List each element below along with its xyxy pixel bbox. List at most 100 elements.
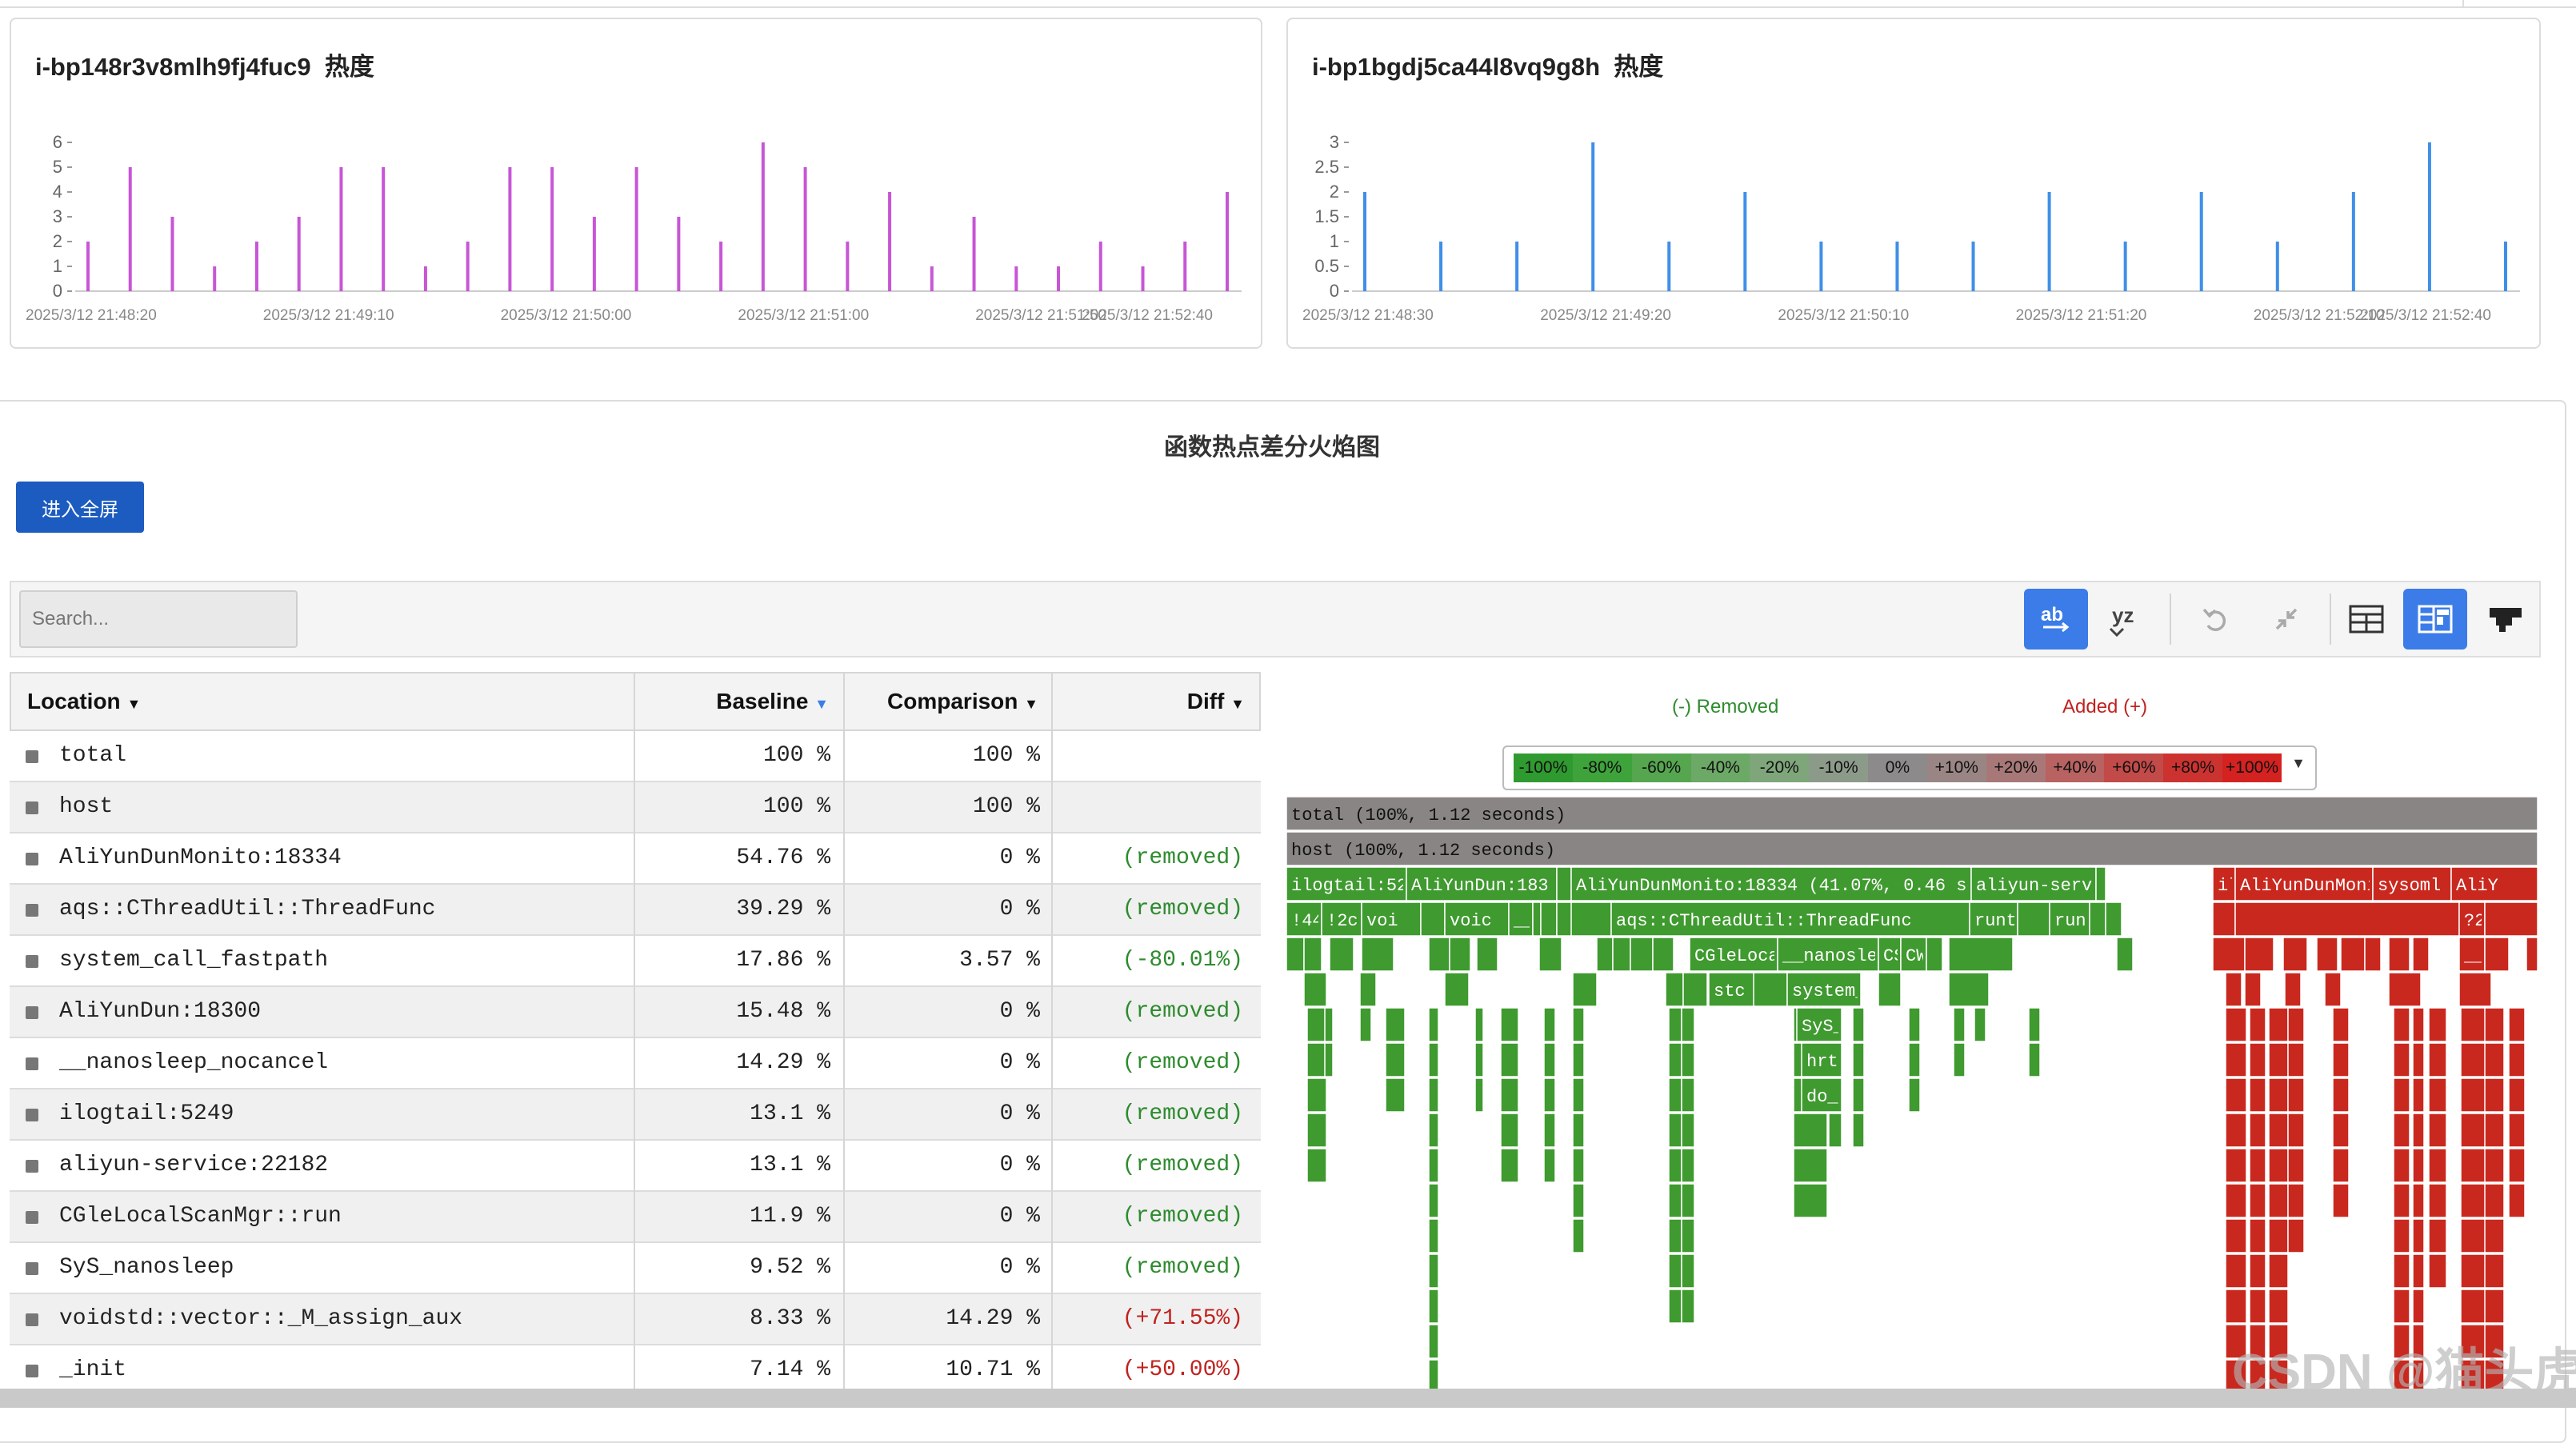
flame-frame[interactable]	[2393, 1253, 2410, 1289]
flame-frame[interactable]	[2428, 1007, 2447, 1042]
flame-frame[interactable]: hrt:	[1801, 1042, 1849, 1077]
flame-frame[interactable]	[1428, 1113, 1439, 1148]
flame-frame[interactable]	[1953, 1042, 1966, 1077]
flame-frame[interactable]	[1428, 1218, 1439, 1253]
flame-frame[interactable]: do_r	[1801, 1077, 1849, 1113]
table-row[interactable]: AliYunDun:18300 15.48 % 0 % (removed)	[10, 987, 1261, 1038]
table-view-icon[interactable]	[2334, 589, 2398, 650]
flame-frame[interactable]	[2225, 1007, 2247, 1042]
flame-frame[interactable]	[2508, 1113, 2526, 1148]
flame-frame[interactable]	[1540, 901, 1558, 937]
flame-frame[interactable]	[2412, 1289, 2425, 1324]
flame-frame[interactable]	[1500, 1077, 1519, 1113]
flame-frame[interactable]	[2268, 1042, 2289, 1077]
flame-frame[interactable]	[1500, 1042, 1519, 1077]
flame-frame[interactable]	[2316, 937, 2338, 972]
flame-frame[interactable]	[1572, 1042, 1585, 1077]
flame-frame[interactable]: sysoml	[2372, 866, 2452, 901]
flame-frame[interactable]	[2393, 1183, 2410, 1218]
flame-frame[interactable]	[2508, 1042, 2526, 1077]
flame-frame[interactable]	[1908, 1042, 1921, 1077]
flame-frame[interactable]	[2284, 972, 2302, 1007]
flame-frame[interactable]	[2428, 1183, 2447, 1218]
flame-frame[interactable]	[2249, 1289, 2266, 1324]
flame-frame[interactable]	[1926, 937, 1943, 972]
flame-frame[interactable]	[2287, 1183, 2305, 1218]
flame-frame[interactable]	[1543, 1042, 1556, 1077]
flame-frame[interactable]: AliYunDunMonito:18334 (41.07%, 0.46 seco…	[1570, 866, 2041, 901]
flame-frame[interactable]	[1543, 1077, 1556, 1113]
flame-frame[interactable]	[1570, 901, 1612, 937]
flame-frame[interactable]	[2225, 972, 2242, 1007]
flame-frame[interactable]	[1500, 1113, 1519, 1148]
flame-frame[interactable]	[1428, 1183, 1439, 1218]
flame-frame[interactable]	[2484, 1113, 2505, 1148]
flame-frame[interactable]	[1681, 1253, 1695, 1289]
flame-frame[interactable]: AliYunDunMoni	[2234, 866, 2378, 901]
flame-frame[interactable]	[1572, 1148, 1585, 1183]
flame-frame[interactable]	[2105, 901, 2122, 937]
heat-bar[interactable]	[128, 167, 132, 291]
flame-frame[interactable]	[2249, 1183, 2266, 1218]
flame-frame[interactable]	[2332, 1077, 2350, 1113]
flame-frame[interactable]	[2484, 1077, 2505, 1113]
table-row[interactable]: ilogtail:5249 13.1 % 0 % (removed)	[10, 1089, 1261, 1141]
flame-frame[interactable]: total (100%, 1.12 seconds)	[1286, 796, 2538, 831]
flame-frame[interactable]: aliyun-serv	[1970, 866, 2097, 901]
flame-frame[interactable]	[1385, 1042, 1406, 1077]
flame-frame[interactable]	[2089, 901, 2106, 937]
flame-frame[interactable]	[1852, 1077, 1865, 1113]
heat-bar[interactable]	[1895, 242, 1899, 291]
heat-bar[interactable]	[1226, 192, 1229, 291]
flame-frame[interactable]: AliY	[2450, 866, 2538, 901]
heat-bar[interactable]	[297, 217, 301, 291]
flame-frame[interactable]	[1665, 972, 1684, 1007]
flame-frame[interactable]	[1681, 1148, 1695, 1183]
flame-frame[interactable]	[2095, 866, 2106, 901]
flame-frame[interactable]	[2249, 1218, 2266, 1253]
heat-bar[interactable]	[2504, 242, 2507, 291]
flame-frame[interactable]	[2249, 1077, 2266, 1113]
flame-frame[interactable]	[1681, 1289, 1695, 1324]
heat-bar[interactable]	[1098, 242, 1102, 291]
heat-bar[interactable]	[1141, 266, 1145, 291]
flame-frame[interactable]	[2412, 1007, 2425, 1042]
col-diff[interactable]: Diff ▼	[1187, 674, 1245, 729]
flame-frame[interactable]	[1306, 1148, 1327, 1183]
flame-frame[interactable]	[1908, 1077, 1921, 1113]
heat-bar[interactable]	[803, 167, 807, 291]
flame-frame[interactable]	[2388, 937, 2410, 972]
flame-frame[interactable]	[2484, 937, 2510, 972]
flame-frame[interactable]	[2234, 901, 2460, 937]
heat-bar[interactable]	[1439, 242, 1443, 291]
flame-frame[interactable]	[2287, 1077, 2305, 1113]
col-comparison[interactable]: Comparison ▼	[887, 674, 1038, 729]
flame-frame[interactable]	[2028, 1042, 2041, 1077]
heat-bar[interactable]	[1183, 242, 1187, 291]
flame-frame[interactable]	[2244, 972, 2262, 1007]
heat-bar[interactable]	[1743, 192, 1747, 291]
flame-frame[interactable]	[1668, 1007, 1682, 1042]
flame-frame[interactable]	[2332, 1148, 2350, 1183]
flame-frame[interactable]	[2393, 1289, 2410, 1324]
flame-frame[interactable]: stc	[1708, 972, 1758, 1007]
flame-frame[interactable]	[1543, 1007, 1556, 1042]
flame-frame[interactable]	[1681, 1007, 1695, 1042]
col-baseline[interactable]: Baseline ▼	[716, 674, 829, 729]
flame-frame[interactable]	[2428, 1077, 2447, 1113]
flame-frame[interactable]	[2249, 1042, 2266, 1077]
flame-frame[interactable]	[2393, 1042, 2410, 1077]
flame-frame[interactable]	[2225, 1042, 2247, 1077]
flame-frame[interactable]	[1474, 1077, 1484, 1113]
sort-alpha-icon[interactable]: yz	[2094, 589, 2158, 650]
flame-frame[interactable]	[2028, 1007, 2041, 1042]
flame-frame[interactable]	[1428, 1077, 1439, 1113]
flame-frame[interactable]	[2393, 1148, 2410, 1183]
flame-frame[interactable]: voic	[1444, 901, 1510, 937]
heat-bar[interactable]	[888, 192, 892, 291]
flame-frame[interactable]	[1428, 1007, 1439, 1042]
flame-frame[interactable]	[2332, 1007, 2350, 1042]
flame-frame[interactable]	[1543, 1113, 1556, 1148]
flame-frame[interactable]	[1428, 1324, 1439, 1359]
flame-frame[interactable]	[2268, 1007, 2289, 1042]
